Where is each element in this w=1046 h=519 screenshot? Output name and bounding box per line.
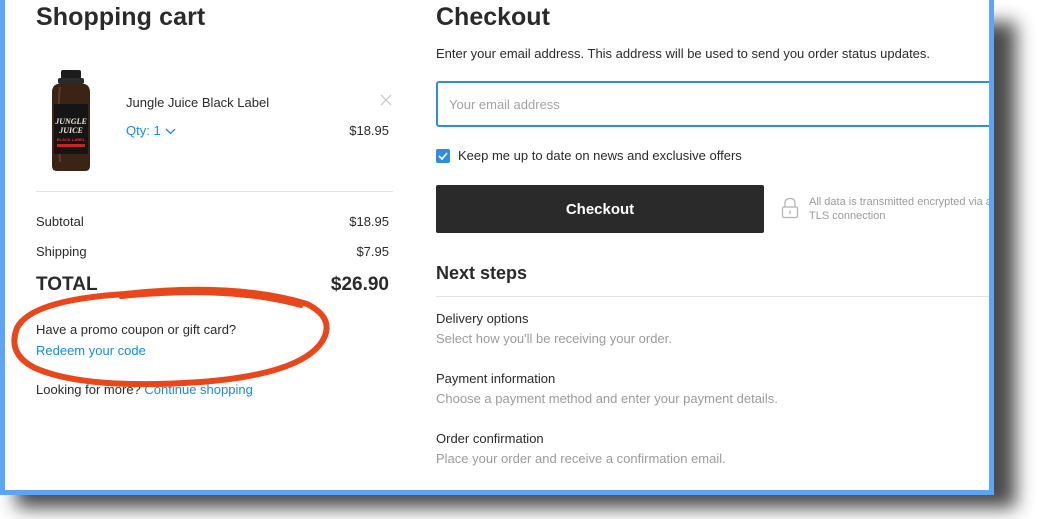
chevron-down-icon (165, 128, 176, 134)
close-icon[interactable] (379, 93, 393, 107)
total-label: TOTAL (36, 274, 98, 295)
line-item-price: $18.95 (349, 123, 389, 138)
total-value: $26.90 (330, 274, 389, 295)
step-confirmation-title: Order confirmation (436, 431, 544, 446)
checkout-description: Enter your email address. This address w… (436, 46, 931, 61)
looking-for-more-text: Looking for more? (36, 382, 141, 397)
secure-note-line2: TLS connection (809, 210, 886, 222)
shipping-value: $7.95 (356, 244, 389, 259)
newsletter-option[interactable]: Keep me up to date on news and exclusive… (436, 148, 742, 163)
continue-shopping-link[interactable]: Continue shopping (144, 382, 252, 397)
page-frame: Shopping cart JUNGLE JUICE BLACK LABEL J… (0, 0, 994, 495)
next-steps-title: Next steps (436, 263, 528, 283)
lock-icon (781, 197, 799, 219)
secure-note-line1: All data is transmitted encrypted via a … (809, 196, 992, 208)
cart-title: Shopping cart (36, 3, 206, 31)
subtotal-label: Subtotal (36, 214, 84, 229)
checkout-button[interactable]: Checkout (436, 185, 764, 233)
step-confirmation-desc: Place your order and receive a confirmat… (436, 451, 726, 466)
secure-connection-note: All data is transmitted encrypted via a … (809, 195, 992, 223)
step-payment-title: Payment information (436, 371, 556, 386)
step-delivery-title: Delivery options (436, 311, 529, 326)
product-label-mid: JUICE (58, 126, 83, 135)
product-image: JUNGLE JUICE BLACK LABEL (52, 70, 90, 171)
continue-shopping-row: Looking for more? Continue shopping (36, 382, 253, 397)
product-label-bottom: BLACK LABEL (57, 137, 86, 142)
step-delivery-desc: Select how you'll be receiving your orde… (436, 331, 672, 346)
step-payment-desc: Choose a payment method and enter your p… (436, 391, 778, 406)
quantity-selector[interactable]: Qty: 1 (126, 123, 176, 138)
divider (436, 296, 989, 297)
shipping-label: Shipping (36, 244, 87, 259)
product-label-top: JUNGLE (54, 117, 87, 126)
newsletter-label: Keep me up to date on news and exclusive… (458, 148, 742, 163)
newsletter-checkbox[interactable] (436, 148, 450, 163)
email-field[interactable] (436, 81, 989, 127)
product-name[interactable]: Jungle Juice Black Label (126, 95, 269, 110)
quantity-label: Qty: 1 (126, 123, 161, 138)
promo-question: Have a promo coupon or gift card? (36, 322, 237, 337)
checkout-title: Checkout (436, 3, 550, 31)
divider (36, 191, 393, 192)
subtotal-value: $18.95 (349, 214, 389, 229)
checkmark-icon (438, 151, 448, 160)
redeem-code-link[interactable]: Redeem your code (36, 343, 146, 358)
